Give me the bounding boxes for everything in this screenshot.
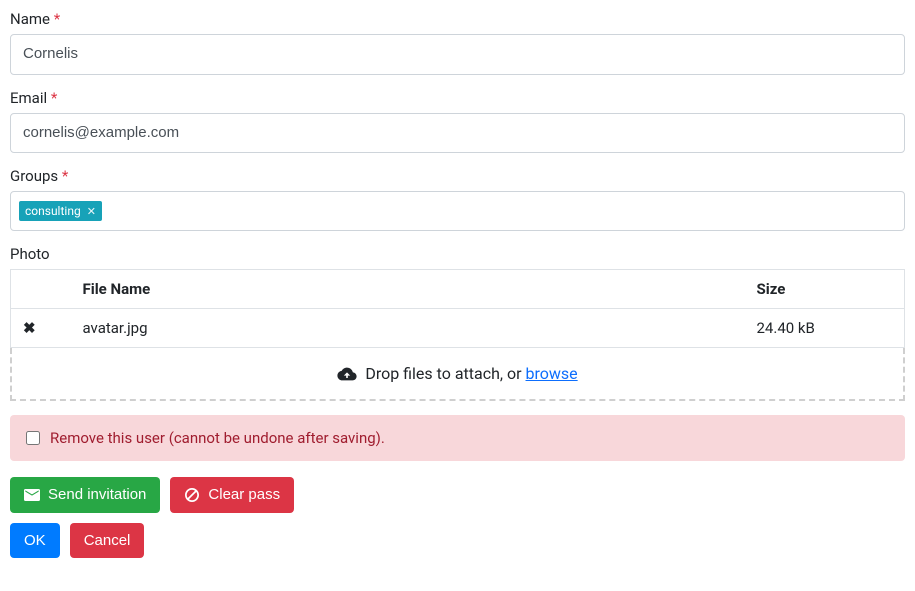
groups-label: Groups * <box>10 167 905 185</box>
send-invitation-label: Send invitation <box>48 485 146 505</box>
close-icon[interactable]: ✕ <box>87 205 96 218</box>
groups-group: Groups * consulting ✕ <box>10 167 905 231</box>
cloud-upload-icon <box>337 366 357 382</box>
send-invitation-button[interactable]: Send invitation <box>10 477 160 513</box>
clear-pass-label: Clear pass <box>208 485 280 505</box>
required-marker: * <box>62 167 68 185</box>
email-label-text: Email <box>10 89 47 107</box>
envelope-icon <box>24 488 40 502</box>
file-header-filename: File Name <box>71 270 745 309</box>
remove-user-label[interactable]: Remove this user (cannot be undone after… <box>50 429 385 447</box>
file-header-size: Size <box>745 270 905 309</box>
required-marker: * <box>51 89 57 107</box>
action-row-2: OK Cancel <box>10 523 905 559</box>
cancel-button[interactable]: Cancel <box>70 523 145 559</box>
remove-file-icon[interactable]: ✖ <box>23 320 36 337</box>
file-header-blank <box>11 270 71 309</box>
photo-label: Photo <box>10 245 905 263</box>
action-row-1: Send invitation Clear pass <box>10 477 905 513</box>
groups-label-text: Groups <box>10 167 58 185</box>
cancel-label: Cancel <box>84 531 131 551</box>
dropzone-text: Drop files to attach, or browse <box>365 364 577 383</box>
email-input[interactable] <box>10 113 905 154</box>
clear-pass-button[interactable]: Clear pass <box>170 477 294 513</box>
ok-button[interactable]: OK <box>10 523 60 559</box>
file-size-cell: 24.40 kB <box>745 309 905 348</box>
photo-group: Photo File Name Size ✖ avatar.jpg 24.40 … <box>10 245 905 401</box>
file-table: File Name Size ✖ avatar.jpg 24.40 kB <box>10 269 905 348</box>
ban-icon <box>184 488 200 502</box>
group-tag: consulting ✕ <box>19 201 102 221</box>
groups-input[interactable]: consulting ✕ <box>10 191 905 231</box>
ok-label: OK <box>24 531 46 551</box>
table-row: ✖ avatar.jpg 24.40 kB <box>11 309 905 348</box>
name-label-text: Name <box>10 10 50 28</box>
required-marker: * <box>54 10 60 28</box>
browse-link[interactable]: browse <box>526 364 578 383</box>
remove-user-alert: Remove this user (cannot be undone after… <box>10 415 905 461</box>
name-label: Name * <box>10 10 905 28</box>
photo-label-text: Photo <box>10 245 50 263</box>
dropzone-prefix: Drop files to attach, or <box>365 364 525 383</box>
dropzone[interactable]: Drop files to attach, or browse <box>10 348 905 401</box>
remove-user-checkbox[interactable] <box>26 431 40 445</box>
email-group: Email * <box>10 89 905 154</box>
file-name-cell: avatar.jpg <box>71 309 745 348</box>
group-tag-label: consulting <box>25 204 81 218</box>
name-input[interactable] <box>10 34 905 75</box>
name-group: Name * <box>10 10 905 75</box>
email-label: Email * <box>10 89 905 107</box>
